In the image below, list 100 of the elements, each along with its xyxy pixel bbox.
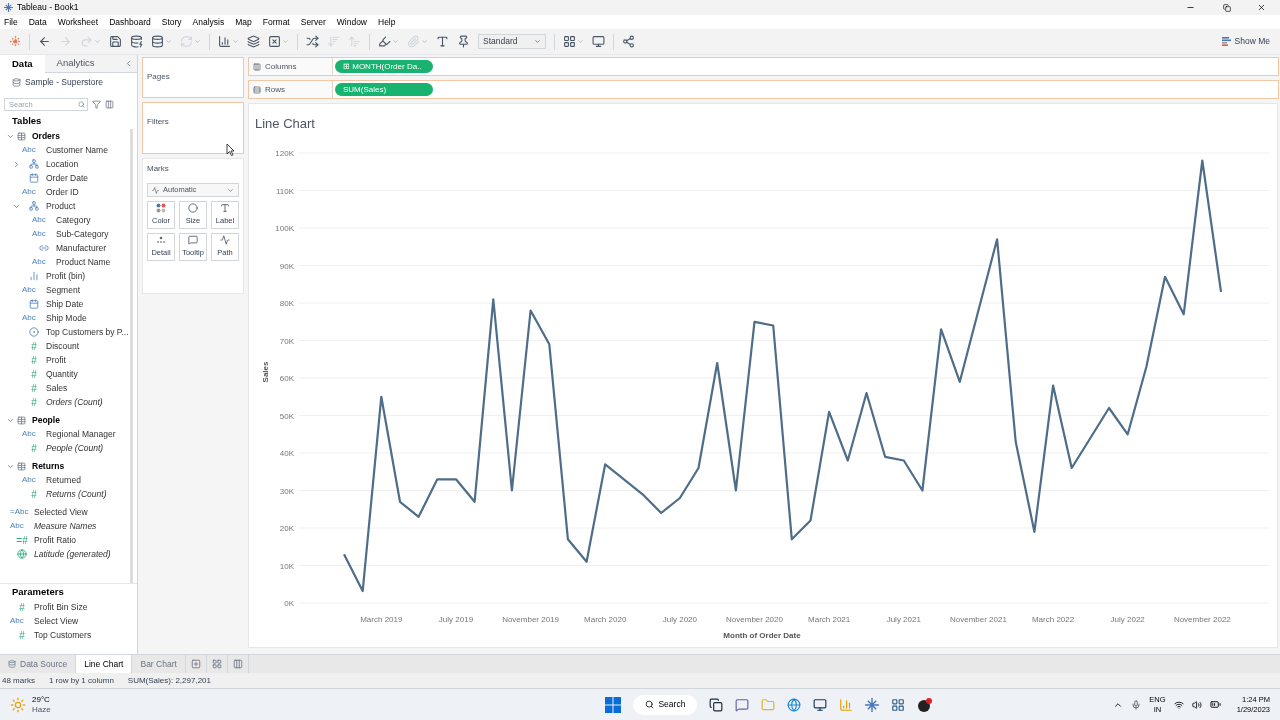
menu-item[interactable]: Help bbox=[378, 15, 396, 29]
field-item[interactable]: Selected View bbox=[34, 505, 88, 519]
field-item[interactable]: Returned bbox=[46, 473, 81, 487]
field-item[interactable]: Product bbox=[46, 199, 76, 213]
field-item[interactable]: Latitude (generated) bbox=[34, 547, 111, 561]
expand-chevron-icon[interactable] bbox=[12, 159, 21, 169]
new-worksheet-icon[interactable] bbox=[218, 35, 231, 48]
wifi-icon[interactable] bbox=[1173, 699, 1184, 710]
task-view-icon[interactable] bbox=[709, 697, 724, 712]
pin-icon[interactable] bbox=[457, 35, 470, 48]
swap-icon[interactable] bbox=[306, 35, 319, 48]
menu-item[interactable]: Dashboard bbox=[109, 15, 151, 29]
field-item[interactable]: Discount bbox=[46, 339, 80, 353]
close-icon[interactable] bbox=[1257, 3, 1266, 12]
field-item[interactable]: People (Count) bbox=[46, 441, 104, 455]
table-name[interactable]: Returns bbox=[32, 459, 65, 473]
type-glyph: # bbox=[30, 339, 38, 354]
table-name[interactable]: Orders bbox=[32, 129, 60, 143]
menu-item[interactable]: Window bbox=[336, 15, 367, 29]
save-icon[interactable] bbox=[109, 35, 122, 48]
show-me-button[interactable]: Show Me bbox=[1221, 35, 1270, 48]
type-glyph: Abc bbox=[22, 284, 37, 296]
menu-item[interactable]: Story bbox=[161, 15, 182, 29]
type-glyph: # bbox=[18, 628, 26, 643]
app-icon[interactable] bbox=[917, 696, 934, 713]
axis-tick-label: 80K bbox=[279, 299, 294, 308]
field-item[interactable]: Order Date bbox=[46, 171, 89, 185]
folder-icon[interactable] bbox=[761, 697, 776, 712]
rows-icon bbox=[253, 85, 261, 94]
battery-icon[interactable] bbox=[1209, 699, 1221, 710]
field-item[interactable]: Select View bbox=[34, 614, 79, 628]
chat-icon[interactable] bbox=[735, 697, 750, 712]
view-options-icon[interactable] bbox=[105, 99, 114, 109]
menu-item[interactable]: Map bbox=[235, 15, 252, 29]
field-item[interactable]: Profit Bin Size bbox=[34, 600, 88, 614]
field-item[interactable]: Ship Mode bbox=[46, 311, 87, 325]
line-mark-icon bbox=[152, 186, 159, 194]
menu-item[interactable]: Data bbox=[28, 15, 47, 29]
microphone-icon[interactable] bbox=[1131, 699, 1142, 710]
table-name[interactable]: People bbox=[32, 413, 60, 427]
collapse-icon[interactable] bbox=[124, 59, 133, 68]
field-item[interactable]: Profit (bin) bbox=[46, 269, 86, 283]
axis-tick-label: July 2019 bbox=[438, 615, 474, 624]
field-item[interactable]: Segment bbox=[46, 283, 81, 297]
start-icon[interactable] bbox=[605, 696, 622, 713]
logo-icon[interactable] bbox=[10, 36, 21, 47]
bar-chart-app-icon[interactable] bbox=[839, 697, 854, 712]
field-item[interactable]: Location bbox=[46, 157, 79, 171]
field-item[interactable]: Quantity bbox=[46, 367, 78, 381]
filter-icon[interactable] bbox=[92, 99, 101, 109]
clear-sheet-icon[interactable] bbox=[268, 35, 281, 48]
data-source-name[interactable]: Sample - Superstore bbox=[25, 75, 103, 89]
axis-tick-label: 50K bbox=[279, 411, 294, 421]
field-item[interactable]: Ship Date bbox=[46, 297, 84, 311]
calendar-icon bbox=[29, 299, 39, 309]
field-item[interactable]: Profit bbox=[46, 353, 66, 367]
axis-tick-label: 60K bbox=[279, 374, 294, 383]
database-icon bbox=[12, 77, 21, 87]
new-dashboard-icon[interactable] bbox=[211, 659, 222, 669]
sheet-tab[interactable]: Line Chart bbox=[76, 655, 133, 673]
taskbar-search[interactable]: Search bbox=[633, 694, 698, 715]
presentation-icon[interactable] bbox=[592, 35, 605, 48]
field-item[interactable]: Profit Ratio bbox=[34, 533, 77, 547]
field-item[interactable]: Manufacturer bbox=[56, 241, 107, 255]
new-story-icon[interactable] bbox=[232, 659, 243, 669]
field-item[interactable]: Measure Names bbox=[34, 519, 97, 533]
fit-dropdown[interactable]: Standard bbox=[478, 34, 546, 49]
field-item[interactable]: Sub-Category bbox=[56, 227, 109, 241]
axis-tick-label: March 2021 bbox=[808, 615, 851, 624]
field-item[interactable]: Order ID bbox=[46, 185, 79, 199]
window-title: Tableau - Book1 bbox=[17, 1, 79, 14]
field-item[interactable]: Regional Manager bbox=[46, 427, 116, 441]
menu-item[interactable]: Worksheet bbox=[57, 15, 99, 29]
share-icon[interactable] bbox=[622, 35, 635, 48]
field-item[interactable]: Returns (Count) bbox=[46, 487, 107, 501]
field-item[interactable]: Top Customers bbox=[34, 628, 92, 642]
show-labels-icon[interactable] bbox=[436, 35, 449, 48]
new-data-source-icon[interactable] bbox=[130, 35, 143, 48]
axis-title: Month of Order Date bbox=[723, 631, 801, 640]
highlighter-icon[interactable] bbox=[378, 35, 391, 48]
cards-icon[interactable] bbox=[563, 35, 576, 48]
pane-tab[interactable]: Analytics bbox=[44, 55, 107, 73]
field-item[interactable]: Sales bbox=[46, 381, 68, 395]
field-item[interactable]: Product Name bbox=[56, 255, 111, 269]
new-sheet-icon[interactable] bbox=[190, 659, 201, 669]
menu-item[interactable]: Analysis bbox=[192, 15, 225, 29]
field-item[interactable]: Top Customers by P... bbox=[46, 325, 129, 339]
restore-icon[interactable] bbox=[1223, 3, 1231, 12]
menu-item[interactable]: File bbox=[4, 15, 18, 29]
menu-item[interactable]: Server bbox=[300, 15, 326, 29]
path-icon bbox=[220, 235, 230, 246]
field-item[interactable]: Customer Name bbox=[46, 143, 108, 157]
field-item[interactable]: Orders (Count) bbox=[46, 395, 103, 409]
axis-tick-label: March 2019 bbox=[360, 615, 403, 624]
volume-icon[interactable] bbox=[1191, 699, 1202, 710]
set-icon bbox=[29, 327, 39, 337]
field-item[interactable]: Category bbox=[56, 213, 91, 227]
browser-icon[interactable] bbox=[787, 697, 802, 712]
menu-item[interactable]: Format bbox=[262, 15, 290, 29]
back-arrow-icon[interactable] bbox=[38, 35, 51, 48]
